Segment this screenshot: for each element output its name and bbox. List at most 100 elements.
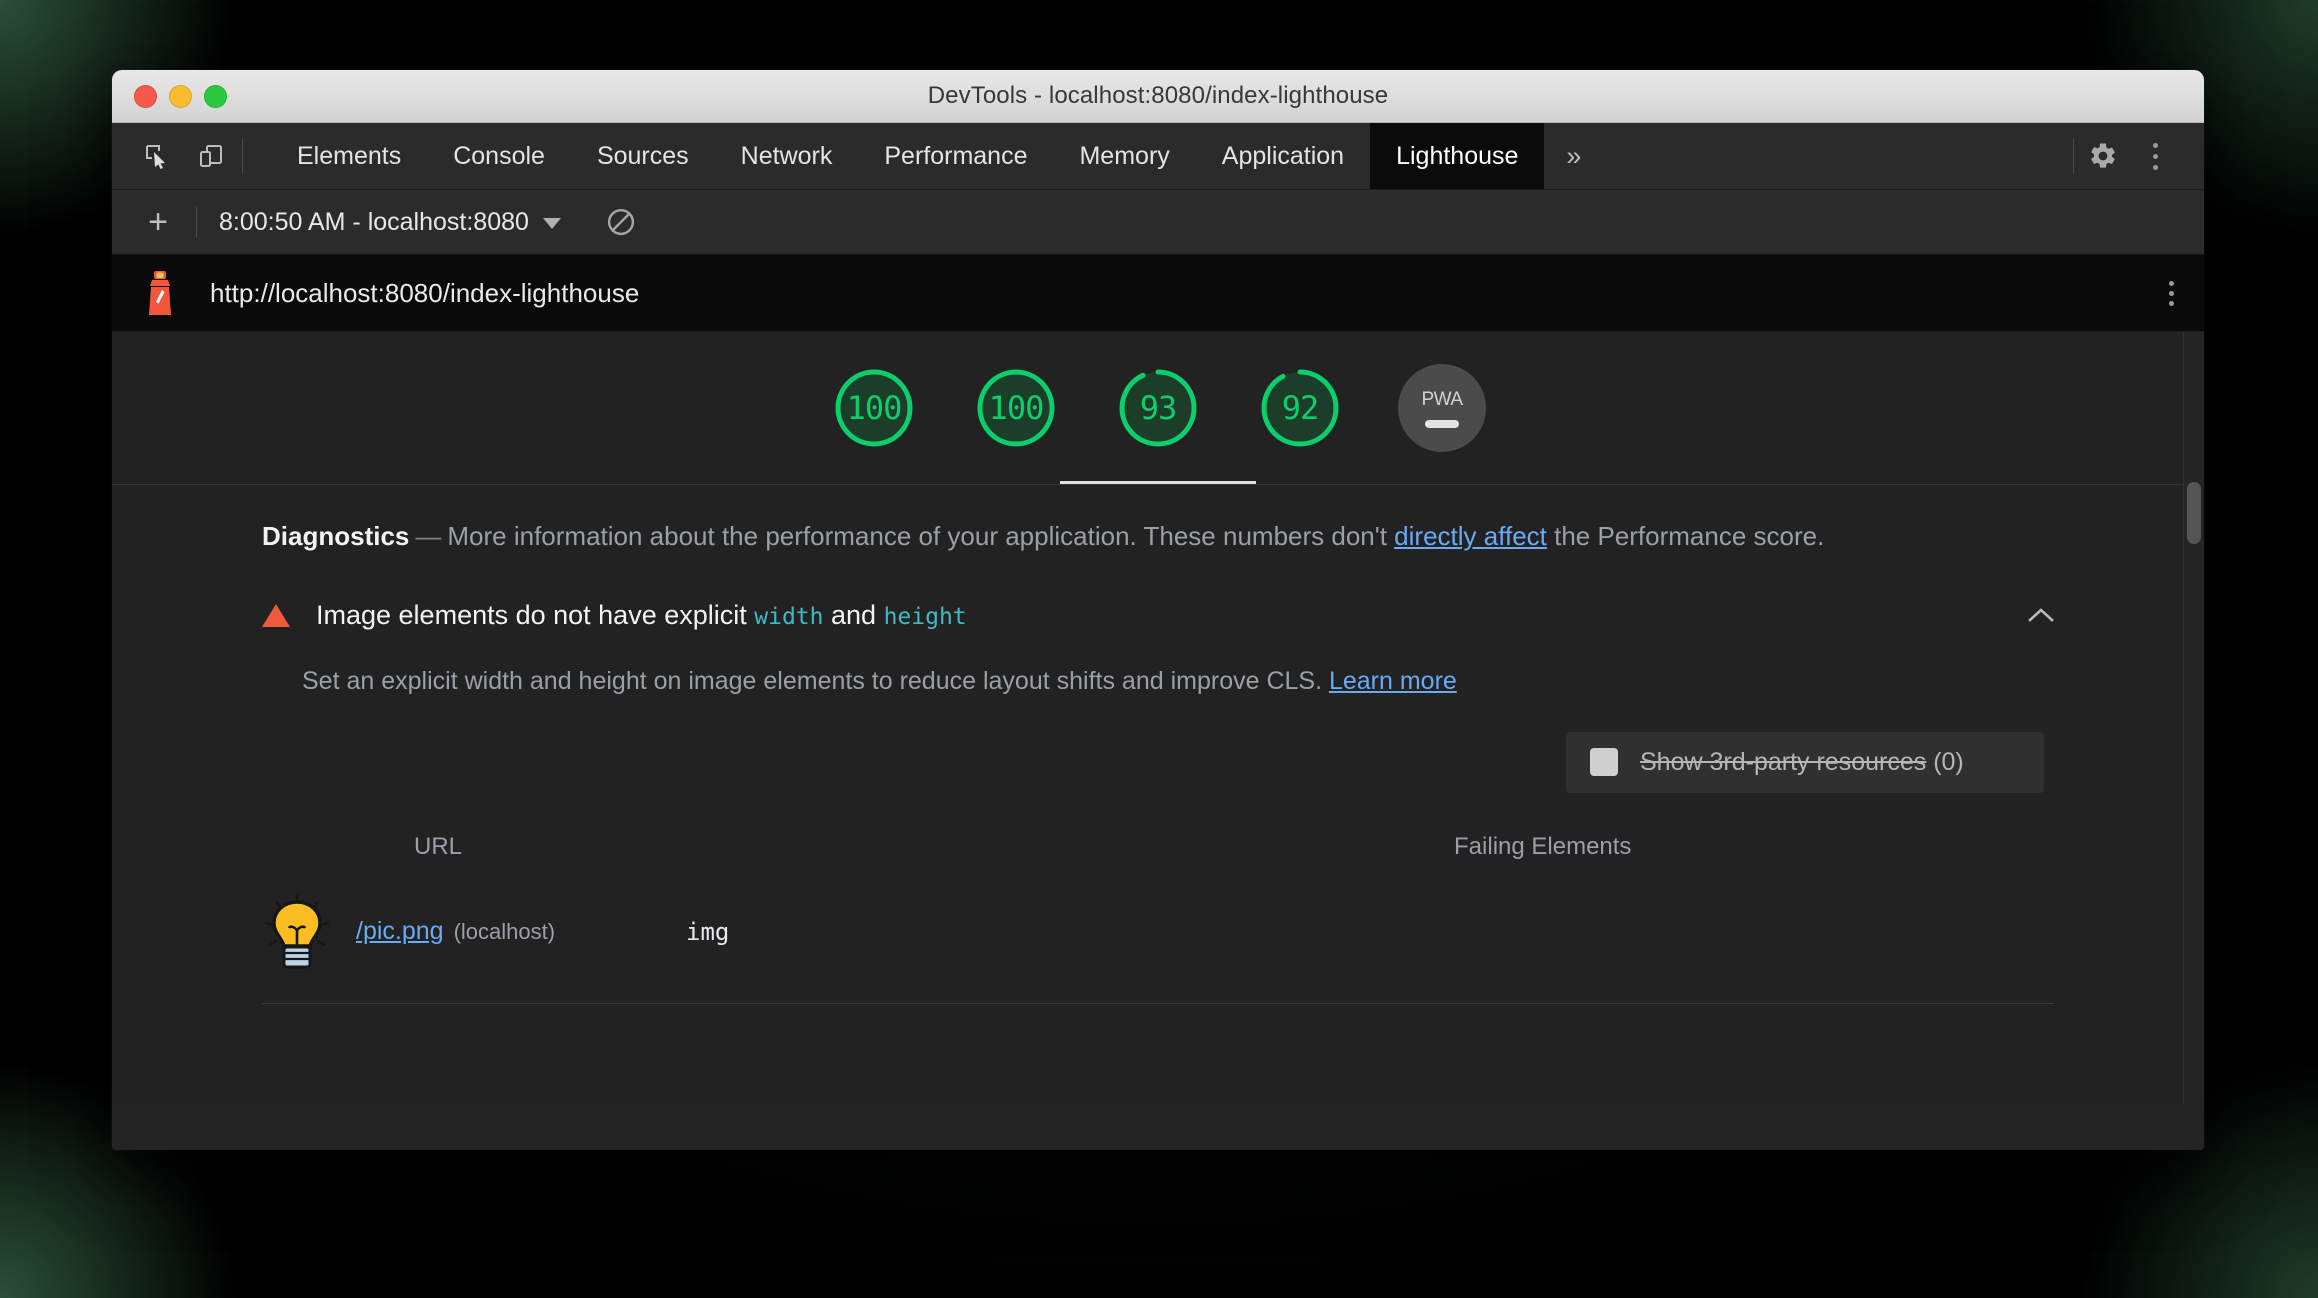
show-3rd-party-checkbox[interactable]	[1590, 748, 1618, 777]
learn-more-link[interactable]: Learn more	[1329, 667, 1457, 695]
diagnostics-text-before: More information about the performance o…	[447, 521, 1395, 551]
tab-performance[interactable]: Performance	[858, 123, 1053, 189]
audit-title-code-width: width	[754, 603, 824, 630]
toolbar-divider	[242, 139, 243, 173]
tab-label: Console	[453, 141, 545, 170]
chevron-up-icon[interactable]	[2028, 607, 2054, 623]
audit-results-table: URL Failing Elements /pic.png (localhost…	[262, 823, 2054, 993]
dot	[2152, 164, 2158, 170]
gauge-value: 92	[1281, 389, 1320, 427]
third-party-filter-row: Show 3rd-party resources (0)	[262, 731, 2054, 793]
gauge-seo[interactable]: 92	[1256, 364, 1344, 452]
report-header: http://localhost:8080/index-lighthouse	[112, 255, 2204, 332]
pwa-dash-icon	[1425, 419, 1459, 428]
audit-title: Image elements do not have explicit widt…	[316, 600, 967, 631]
column-header-failing-elements: Failing Elements	[1454, 832, 1632, 860]
no-entry-icon[interactable]	[599, 200, 643, 244]
audit-header[interactable]: Image elements do not have explicit widt…	[262, 600, 2054, 631]
dot	[2152, 153, 2158, 159]
tab-label: Performance	[884, 141, 1028, 170]
window-title: DevTools - localhost:8080/index-lighthou…	[927, 82, 1389, 109]
tab-elements[interactable]: Elements	[271, 123, 427, 189]
dot	[2169, 280, 2174, 286]
tab-lighthouse[interactable]: Lighthouse	[1370, 123, 1545, 189]
lightbulb-image-thumbnail	[264, 894, 330, 969]
report-content: Diagnostics — More information about the p…	[112, 485, 2204, 1004]
pwa-label: PWA	[1421, 388, 1463, 410]
panel-tabs: Elements Console Sources Network Perform…	[271, 123, 1603, 189]
three-dots-vertical-icon[interactable]	[2169, 280, 2174, 306]
audit-image-size-responsive: Image elements do not have explicit widt…	[112, 600, 2204, 1004]
device-toolbar-icon[interactable]	[188, 134, 234, 178]
url-cell-inner: /pic.png (localhost)	[262, 893, 686, 971]
gauge-performance[interactable]: 100	[830, 364, 918, 452]
toolbar-divider	[196, 207, 197, 237]
three-dots-vertical-icon[interactable]	[2132, 134, 2178, 178]
gauge-accessibility[interactable]: 100	[972, 364, 1060, 452]
cell-failing-element: img	[686, 917, 730, 946]
diagnostics-intro: Diagnostics — More information about the p…	[112, 519, 2204, 554]
diagnostics-dash: —	[415, 521, 442, 551]
tab-application[interactable]: Application	[1196, 123, 1370, 189]
diagnostics-text-after: the Performance score.	[1546, 521, 1825, 551]
tabstrip-right-controls	[2073, 123, 2204, 189]
url-cell-text: /pic.png (localhost)	[356, 917, 555, 946]
table-body: /pic.png (localhost) img	[262, 871, 2054, 993]
desktop-backdrop: DevTools - localhost:8080/index-lighthou…	[0, 0, 2318, 1298]
dot	[2152, 142, 2158, 148]
run-selector-dropdown[interactable]: 8:00:50 AM - localhost:8080	[211, 204, 569, 241]
tab-label: Lighthouse	[1396, 141, 1519, 170]
table-row: /pic.png (localhost) img	[262, 871, 2054, 993]
chevron-down-icon	[542, 218, 561, 229]
column-header-url: URL	[414, 832, 463, 860]
diagnostics-heading: Diagnostics	[262, 521, 410, 551]
lighthouse-logo	[149, 271, 171, 315]
tab-label: Application	[1221, 141, 1345, 170]
gauge-pwa[interactable]: PWA	[1398, 364, 1486, 452]
report-scrollbar[interactable]	[2183, 332, 2204, 1104]
directly-affect-link[interactable]: directly affect	[1394, 521, 1547, 551]
audit-title-code-height: height	[883, 603, 967, 630]
gauge-value: 100	[846, 389, 903, 427]
report-body: 100 100 93 92 PWA Diagnostics — More inf…	[112, 332, 2204, 1104]
resource-host: (localhost)	[453, 919, 556, 945]
tab-network[interactable]: Network	[715, 123, 859, 189]
gear-icon[interactable]	[2080, 134, 2126, 178]
devtools-window: DevTools - localhost:8080/index-lighthou…	[112, 70, 2204, 1150]
audit-title-part1: Image elements do not have explicit	[316, 599, 755, 630]
table-head: URL Failing Elements	[262, 823, 2054, 871]
warning-triangle-icon	[262, 603, 290, 627]
more-tabs-button[interactable]: »	[1544, 123, 1603, 189]
audit-description: Set an explicit width and height on imag…	[302, 667, 2054, 696]
gauge-best-practices[interactable]: 93	[1060, 364, 1256, 484]
tab-label: Memory	[1079, 141, 1170, 170]
window-titlebar: DevTools - localhost:8080/index-lighthou…	[112, 70, 2204, 123]
tab-label: Sources	[596, 141, 689, 170]
tab-console[interactable]: Console	[427, 123, 571, 189]
devtools-tabstrip: Elements Console Sources Network Perform…	[112, 123, 2204, 190]
audit-description-text: Set an explicit width and height on imag…	[302, 666, 1329, 695]
new-report-button[interactable]: +	[134, 200, 182, 244]
resource-url-link[interactable]: /pic.png	[356, 917, 444, 945]
tab-label: Network	[740, 141, 833, 170]
lighthouse-runbar: + 8:00:50 AM - localhost:8080	[112, 190, 2204, 255]
audit-bottom-divider	[262, 1002, 2054, 1004]
tab-label: Elements	[297, 141, 402, 170]
tab-sources[interactable]: Sources	[571, 123, 715, 189]
table-header-row: URL Failing Elements	[262, 823, 2054, 871]
score-gauges: 100 100 93 92 PWA	[112, 332, 2204, 485]
show-3rd-party-label-text: Show 3rd-party resources	[1640, 747, 1927, 776]
report-url: http://localhost:8080/index-lighthouse	[210, 277, 640, 308]
tab-memory[interactable]: Memory	[1053, 123, 1195, 189]
toolbar-divider	[2073, 139, 2074, 173]
third-party-filter-box[interactable]: Show 3rd-party resources (0)	[1566, 731, 2044, 793]
devtools-tool-icons	[112, 123, 257, 189]
report-scrollbar-thumb[interactable]	[2187, 482, 2201, 544]
show-3rd-party-count: (0)	[1933, 747, 1964, 776]
gauge-value: 93	[1139, 389, 1178, 427]
inspect-element-icon[interactable]	[134, 134, 180, 178]
dot	[2169, 290, 2174, 296]
dot	[2169, 300, 2174, 306]
cell-url: /pic.png (localhost)	[262, 871, 686, 993]
gauge-value: 100	[988, 389, 1045, 427]
